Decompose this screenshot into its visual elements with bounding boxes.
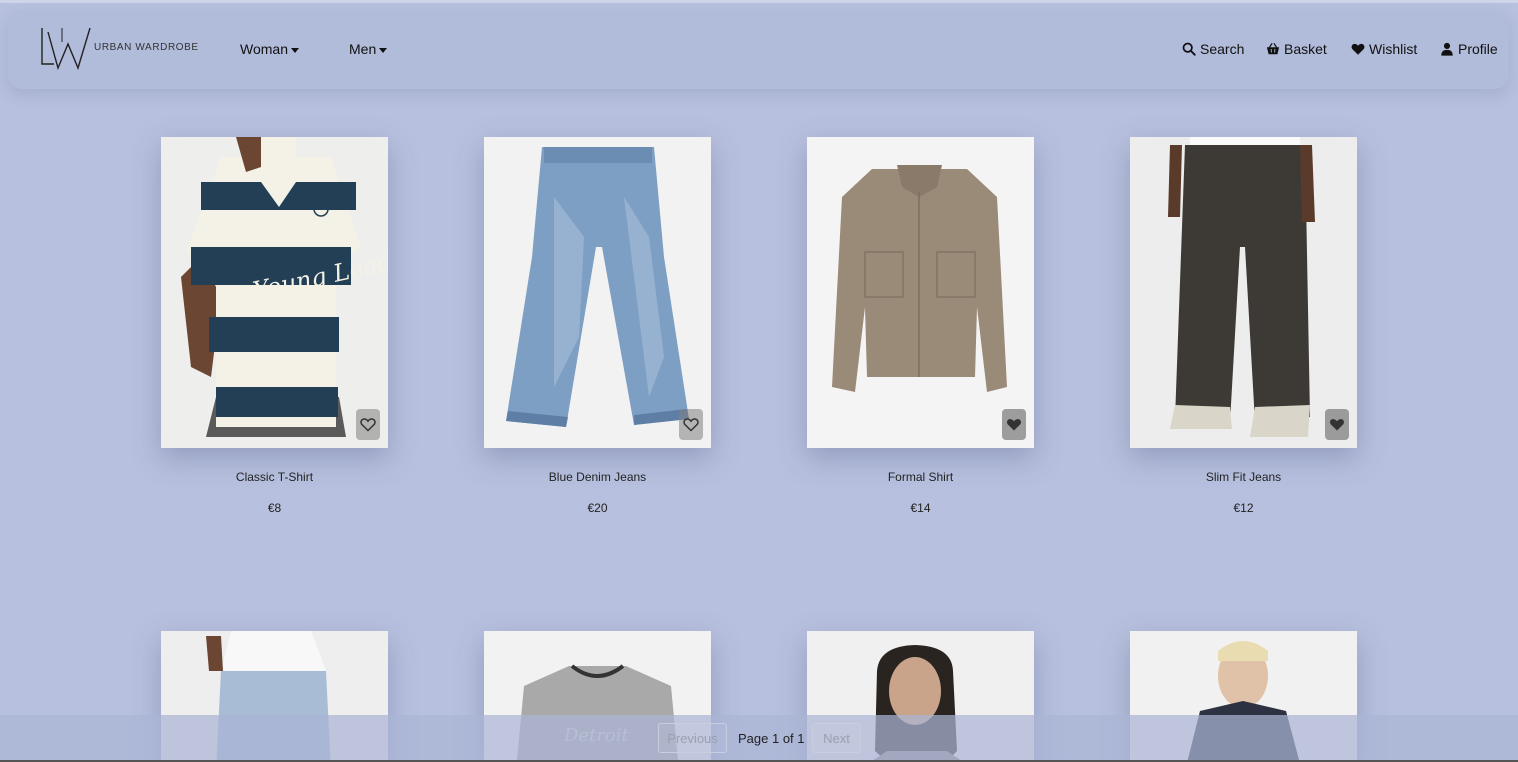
- page-status: Page 1 of 1: [738, 731, 805, 746]
- nav-men-label: Men: [349, 41, 377, 57]
- striped-polo-image: Young Leaders: [161, 137, 388, 448]
- wishlist-toggle-button[interactable]: [1002, 409, 1026, 440]
- nav-men-dropdown[interactable]: Men: [349, 41, 388, 57]
- nav-profile-label: Profile: [1458, 41, 1498, 57]
- formal-shirt-image: [807, 137, 1034, 448]
- heart-filled-icon: [1330, 419, 1344, 431]
- brand-name: URBAN WARDROBE: [94, 42, 199, 53]
- wishlist-toggle-button[interactable]: [679, 409, 703, 440]
- dark-jeans-image: [1130, 137, 1357, 448]
- basket-icon: [1266, 42, 1280, 55]
- product-price: €8: [267, 501, 282, 515]
- product-card[interactable]: Formal Shirt €14: [807, 137, 1034, 515]
- nav-woman-dropdown[interactable]: Woman: [240, 41, 299, 57]
- product-name[interactable]: Classic T-Shirt: [161, 470, 388, 484]
- nav-basket[interactable]: Basket: [1266, 41, 1327, 57]
- heart-filled-icon: [1007, 419, 1021, 431]
- product-price: €20: [587, 501, 608, 515]
- nav-woman-label: Woman: [240, 41, 288, 57]
- product-image[interactable]: [1130, 137, 1357, 448]
- brand-logo[interactable]: URBAN WARDROBE: [32, 22, 202, 72]
- nav-profile[interactable]: Profile: [1440, 41, 1498, 57]
- nav-wishlist-label: Wishlist: [1369, 41, 1418, 57]
- product-card[interactable]: Young Leaders Classic T-Shirt €8: [161, 137, 388, 515]
- search-icon: [1182, 42, 1196, 56]
- nav-basket-label: Basket: [1284, 41, 1327, 57]
- nav-search-label: Search: [1200, 41, 1245, 57]
- nav-wishlist[interactable]: Wishlist: [1351, 41, 1417, 57]
- heart-outline-icon: [683, 418, 699, 432]
- logo-mark-icon: [41, 27, 91, 71]
- wishlist-toggle-button[interactable]: [1325, 409, 1349, 440]
- heart-icon: [1351, 43, 1365, 55]
- product-price: €12: [1233, 501, 1254, 515]
- product-image[interactable]: [807, 137, 1034, 448]
- product-name[interactable]: Blue Denim Jeans: [484, 470, 711, 484]
- heart-outline-icon: [360, 418, 376, 432]
- product-image[interactable]: Young Leaders: [161, 137, 388, 448]
- product-card[interactable]: Slim Fit Jeans €12: [1130, 137, 1357, 515]
- denim-jeans-image: [484, 137, 711, 448]
- chevron-down-icon: [290, 47, 299, 53]
- product-image[interactable]: [484, 137, 711, 448]
- product-card[interactable]: Blue Denim Jeans €20: [484, 137, 711, 515]
- pagination-bar: Previous Page 1 of 1 Next: [0, 715, 1518, 762]
- product-price: €14: [910, 501, 931, 515]
- previous-page-button[interactable]: Previous: [658, 723, 727, 753]
- top-strip: [0, 0, 1518, 3]
- nav-search[interactable]: Search: [1182, 41, 1244, 57]
- wishlist-toggle-button[interactable]: [356, 409, 380, 440]
- product-name[interactable]: Slim Fit Jeans: [1130, 470, 1357, 484]
- user-icon: [1441, 42, 1453, 56]
- next-page-button[interactable]: Next: [812, 723, 861, 753]
- navbar: URBAN WARDROBE Woman Men Search Basket W…: [8, 10, 1509, 89]
- product-name[interactable]: Formal Shirt: [807, 470, 1034, 484]
- chevron-down-icon: [379, 47, 388, 53]
